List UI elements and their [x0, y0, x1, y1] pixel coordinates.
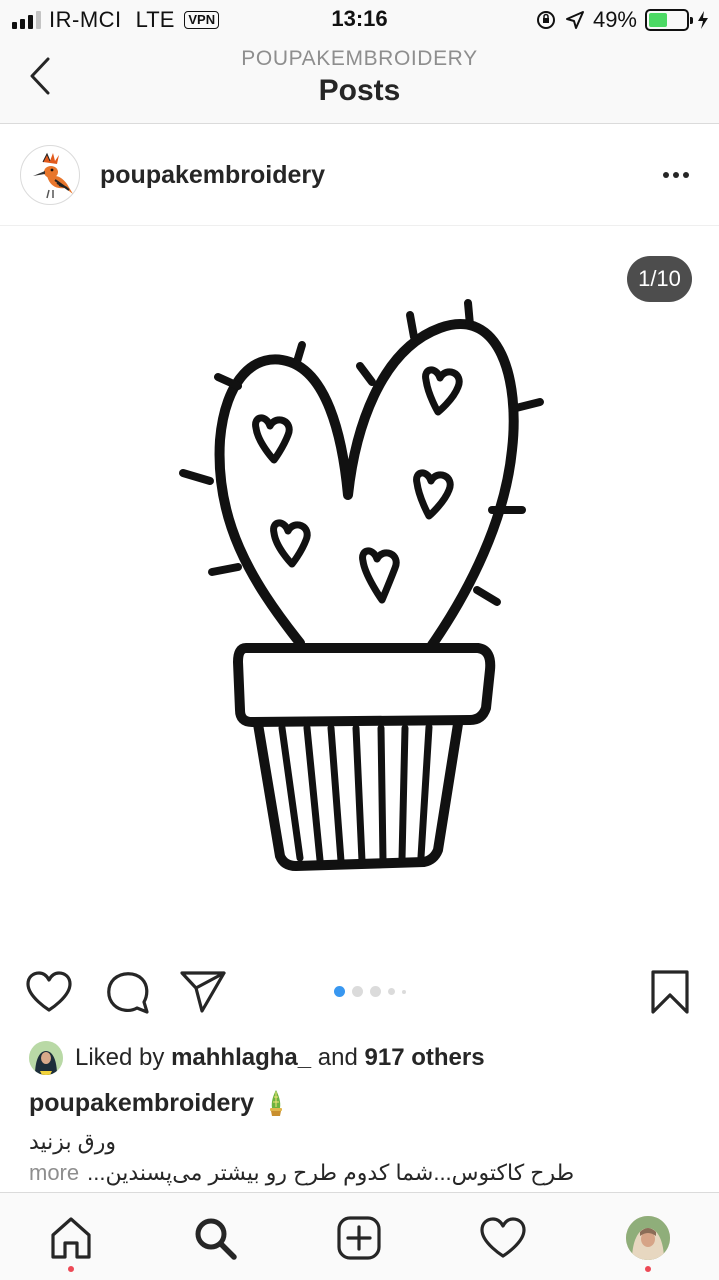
carousel-dot: [388, 988, 395, 995]
profile-avatar-image: [626, 1216, 670, 1260]
tab-new-post[interactable]: [334, 1213, 384, 1263]
carousel-dots: [334, 986, 406, 997]
signal-icon: [12, 11, 41, 29]
account-name: POUPAKEMBROIDERY: [241, 47, 478, 70]
tab-bar: [0, 1192, 719, 1280]
bookmark-icon: [651, 970, 689, 1014]
carousel-dot: [402, 989, 406, 994]
liker-avatar-image: [29, 1041, 63, 1075]
nav-header: POUPAKEMBROIDERY Posts: [0, 40, 719, 124]
like-button[interactable]: [24, 967, 74, 1017]
home-icon: [51, 1217, 91, 1259]
comment-icon: [107, 972, 149, 1014]
caption-username-row: poupakembroidery: [29, 1088, 288, 1118]
profile-notification-dot: [645, 1266, 651, 1272]
more-options-button[interactable]: [663, 169, 693, 181]
post-username[interactable]: poupakembroidery: [100, 161, 325, 190]
hoopoe-bird-logo: [33, 152, 73, 199]
share-button[interactable]: [178, 967, 228, 1017]
avatar[interactable]: [20, 145, 80, 205]
home-notification-dot: [68, 1266, 74, 1272]
caption-more-link[interactable]: more: [29, 1160, 79, 1186]
liker-avatar[interactable]: [29, 1041, 63, 1075]
liked-by-and: and: [317, 1044, 358, 1071]
battery-icon: [645, 9, 693, 31]
likes-summary: Liked by mahhlagha_ and 917 others: [29, 1040, 485, 1076]
share-icon: [180, 971, 226, 1013]
vpn-badge: VPN: [184, 11, 220, 29]
heart-icon: [26, 971, 72, 1012]
liked-by-prefix: Liked by: [75, 1044, 165, 1071]
tab-search[interactable]: [190, 1213, 240, 1263]
post-image[interactable]: 1/10: [0, 227, 719, 947]
status-bar: IR-MCI LTE VPN 13:16 49%: [0, 0, 719, 40]
post-actions: [0, 955, 719, 1027]
caption-username[interactable]: poupakembroidery: [29, 1089, 254, 1118]
slide-counter: 1/10: [627, 256, 692, 302]
caption-line-1: ورق بزنید: [29, 1129, 117, 1154]
page-title: Posts: [318, 74, 401, 107]
tab-profile[interactable]: [623, 1213, 673, 1263]
caption-line-2: طرح کاکتوس...شما کدوم طرح رو بیشتر می‌پس…: [87, 1160, 575, 1185]
carousel-dot: [352, 986, 363, 997]
carousel-dot: [334, 986, 345, 997]
liked-by-others[interactable]: 917 others: [365, 1044, 485, 1072]
comment-button[interactable]: [102, 967, 152, 1017]
carrier-name: IR-MCI: [49, 7, 122, 32]
search-icon: [195, 1218, 237, 1260]
tab-activity[interactable]: [478, 1213, 528, 1263]
post-header: poupakembroidery: [0, 125, 719, 226]
orientation-lock-icon: [536, 11, 555, 29]
cactus-emoji-icon: [270, 1090, 283, 1116]
status-right: 49%: [535, 7, 709, 33]
status-left: IR-MCI LTE VPN: [12, 7, 220, 33]
caption-line-2-row: more طرح کاکتوس...شما کدوم طرح رو بیشتر …: [29, 1160, 659, 1186]
tab-home[interactable]: [46, 1213, 96, 1263]
network-type: LTE: [135, 7, 175, 32]
activity-heart-icon: [480, 1217, 526, 1258]
charging-icon: [698, 11, 708, 29]
location-icon: [565, 11, 584, 29]
liked-by-user[interactable]: mahhlagha_: [171, 1044, 311, 1072]
save-button[interactable]: [645, 967, 695, 1017]
carousel-dot: [370, 986, 381, 997]
cactus-illustration: [179, 299, 544, 871]
add-post-icon: [337, 1216, 381, 1260]
profile-avatar: [626, 1216, 670, 1260]
battery-percent: 49%: [592, 7, 637, 32]
